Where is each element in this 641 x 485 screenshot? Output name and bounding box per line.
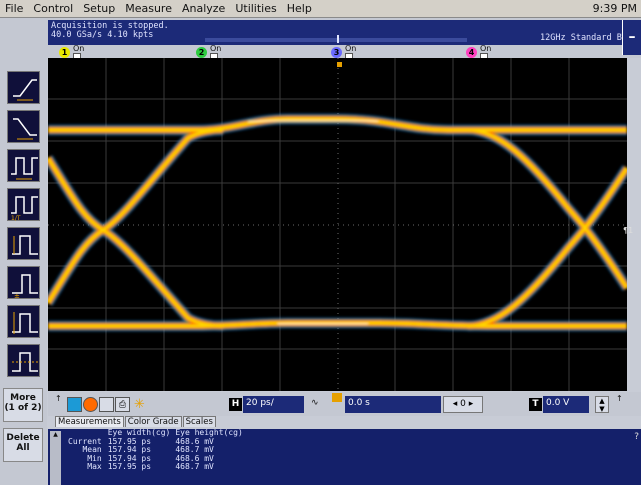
delete-all-label: All (16, 443, 30, 453)
fall-time-icon (13, 118, 37, 140)
channel-4-on-label: On (480, 44, 492, 53)
tab-scales[interactable]: Scales (182, 416, 216, 427)
menu-analyze[interactable]: Analyze (177, 0, 230, 15)
delay-field[interactable]: 0.0 s (345, 396, 441, 413)
channel-3-badge: 3 (331, 47, 342, 58)
tab-color-grade[interactable]: Color Grade (124, 416, 182, 427)
tab-measurements[interactable]: Measurements (55, 416, 124, 427)
trigger-arrow-icon: ↑ (616, 394, 623, 403)
delete-label: Delete (6, 433, 40, 443)
top-measure-button[interactable] (7, 305, 40, 338)
menu-control[interactable]: Control (28, 0, 78, 15)
channel-offset-marker[interactable]: ¶1 (623, 226, 633, 235)
help-icon[interactable]: ? (634, 432, 639, 442)
menu-setup[interactable]: Setup (78, 0, 120, 15)
channel-2-badge: 2 (196, 47, 207, 58)
menu-help[interactable]: Help (282, 0, 317, 15)
menu-bar: File Control Setup Measure Analyze Utilities H… (0, 0, 641, 18)
waveform-display[interactable] (48, 58, 627, 391)
trigger-level-field[interactable]: 0.0 V (543, 396, 589, 413)
bandwidth-label: 12GHz Standard BW (540, 33, 627, 43)
fall-time-measure-button[interactable] (7, 110, 40, 143)
amplitude-icon: ± (12, 274, 38, 300)
autoscale-icon[interactable]: ✳ (134, 397, 149, 412)
channel-1-on-label: On (73, 44, 85, 53)
trigger-position-marker[interactable] (337, 62, 342, 67)
trigger-badge: T (529, 398, 542, 411)
base-measure-button[interactable] (7, 344, 40, 377)
more-label: More (10, 393, 36, 403)
waveform-shape-icon[interactable]: ∿ (311, 398, 319, 408)
svg-text:±: ± (14, 292, 20, 300)
color-grade-icon[interactable] (83, 397, 98, 412)
period-measure-button[interactable] (7, 149, 40, 182)
channel-3-on-label: On (345, 44, 357, 53)
period-icon (11, 157, 38, 180)
amplitude-measure-button[interactable]: ± (7, 266, 40, 300)
display-icon[interactable] (99, 397, 114, 412)
base-level-icon (12, 352, 38, 372)
top-level-icon (12, 312, 38, 334)
trigger-level-spinner[interactable]: ▲ ▼ (595, 396, 609, 413)
menu-utilities[interactable]: Utilities (230, 0, 281, 15)
memory-position-marker (337, 35, 339, 43)
channel-2-on-label: On (210, 44, 222, 53)
frequency-icon: 1/T (11, 196, 38, 222)
pulse-width-icon (12, 235, 38, 255)
svg-text:1/T: 1/T (11, 215, 21, 222)
delete-all-button[interactable]: Delete All (3, 428, 43, 462)
print-icon[interactable]: ⎙ (115, 397, 130, 412)
minimize-button[interactable]: – (622, 20, 641, 55)
eye-height-value: 468.7 mV (175, 462, 214, 471)
eye-traces (48, 113, 627, 332)
eye-width-value: 157.95 ps (107, 462, 152, 471)
menu-measure[interactable]: Measure (120, 0, 177, 15)
clock: 9:39 PM (592, 2, 637, 15)
rise-time-icon (13, 79, 37, 101)
frequency-measure-button[interactable]: 1/T (7, 188, 40, 222)
delay-marker-icon (332, 393, 342, 402)
eye-diagram-graticule (48, 58, 627, 391)
delay-stepper[interactable]: ◂ 0 ▸ (443, 396, 483, 413)
timebase-field[interactable]: 20 ps/ (243, 396, 304, 413)
row-label: Max (87, 462, 102, 471)
marker-arrow-icon: ↑ (55, 394, 62, 403)
more-button[interactable]: More (1 of 2) (3, 388, 43, 422)
table-row: Max 157.95 ps 468.7 mV (68, 462, 248, 472)
center-axes (48, 58, 627, 391)
measurement-table: Eye width(cg) Eye height(cg) Current 157… (68, 428, 248, 472)
acquisition-memory-bar (205, 38, 467, 42)
run-icon[interactable] (67, 397, 82, 412)
grid-lines (48, 58, 627, 391)
measurement-scrollbar[interactable]: ▲ (50, 431, 61, 485)
channel-1-badge: 1 (59, 47, 70, 58)
horizontal-badge: H (229, 398, 242, 411)
menu-file[interactable]: File (0, 0, 28, 15)
more-page-label: (1 of 2) (4, 403, 42, 413)
rise-time-measure-button[interactable] (7, 71, 40, 104)
channel-4-badge: 4 (466, 47, 477, 58)
pulse-width-measure-button[interactable] (7, 227, 40, 260)
